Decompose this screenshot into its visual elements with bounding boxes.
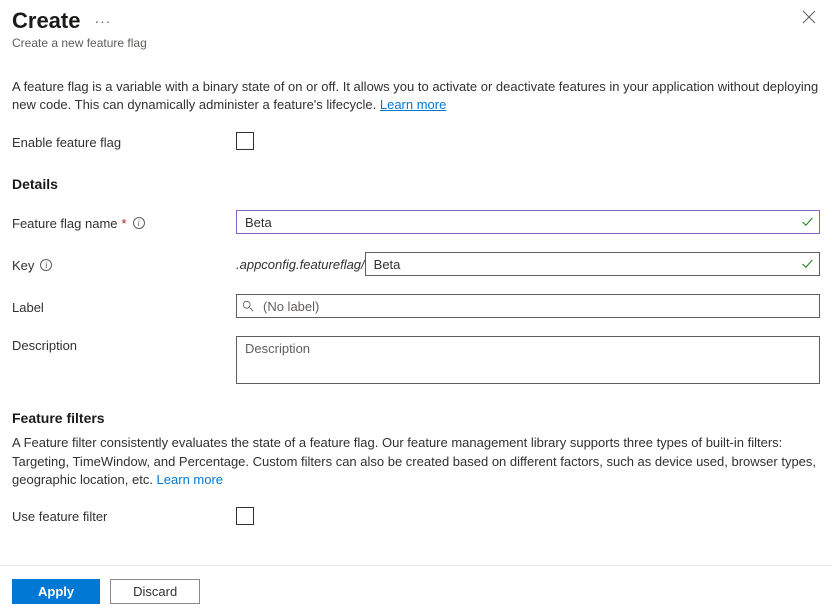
filters-learn-more-link[interactable]: Learn more [157,472,223,487]
name-label: Feature flag name [12,216,118,231]
required-asterisk: * [122,216,127,231]
use-filter-label: Use feature filter [12,507,236,524]
more-menu-icon[interactable]: ··· [94,13,111,29]
description-input[interactable] [236,336,820,384]
filters-text: A Feature filter consistently evaluates … [12,435,816,486]
info-icon[interactable]: i [133,217,145,229]
label-label: Label [12,300,44,315]
apply-button[interactable]: Apply [12,579,100,604]
search-icon [242,300,254,312]
page-subtitle: Create a new feature flag [12,36,820,50]
enable-flag-label: Enable feature flag [12,133,236,150]
check-icon [801,216,814,229]
check-icon [801,258,814,271]
close-icon [802,10,816,24]
key-input[interactable] [365,252,820,276]
info-icon[interactable]: i [40,259,52,271]
description-label: Description [12,338,77,353]
close-button[interactable] [802,10,818,26]
page-title: Create [12,8,80,34]
label-input[interactable] [236,294,820,318]
key-prefix: .appconfig.featureflag/ [236,257,365,272]
key-label: Key [12,258,34,273]
details-heading: Details [12,176,820,192]
use-filter-checkbox[interactable] [236,507,254,525]
intro-text: A feature flag is a variable with a bina… [12,78,820,114]
enable-flag-checkbox[interactable] [236,132,254,150]
learn-more-link[interactable]: Learn more [380,97,446,112]
filters-heading: Feature filters [12,410,820,426]
name-input[interactable] [236,210,820,234]
footer-divider [0,565,832,566]
filters-desc: A Feature filter consistently evaluates … [12,434,820,489]
discard-button[interactable]: Discard [110,579,200,604]
